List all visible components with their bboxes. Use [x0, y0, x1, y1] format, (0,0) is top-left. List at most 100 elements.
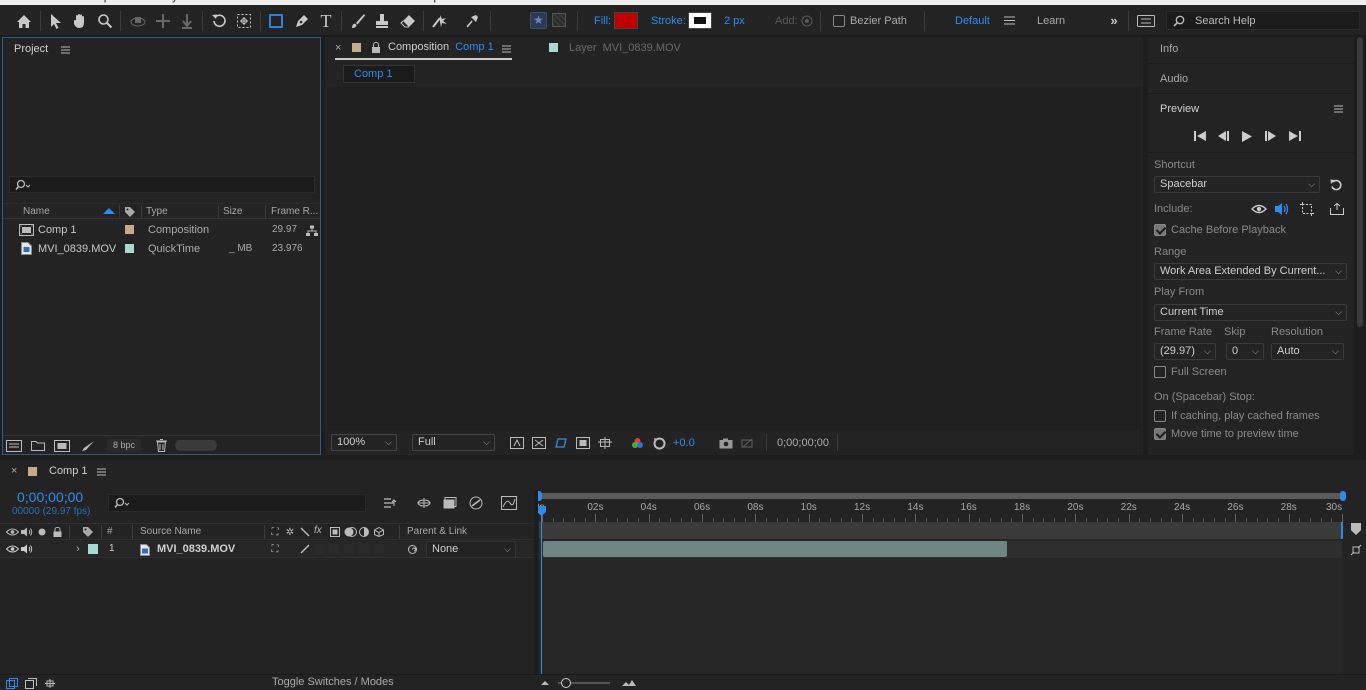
motion-blur-switch-icon[interactable] — [343, 526, 357, 538]
current-time-indicator[interactable] — [541, 508, 542, 690]
zoom-tool-icon[interactable] — [95, 11, 115, 31]
parent-dropdown[interactable]: None ⌵ — [426, 541, 516, 558]
frame-rate-dropdown[interactable]: (29.97) ⌵ — [1154, 343, 1216, 360]
composition-viewer[interactable] — [327, 87, 1141, 430]
timeline-current-time[interactable]: 0;00;00;00 — [17, 489, 83, 505]
menu-item-layer[interactable]: Layer — [160, 0, 188, 3]
graph-editor-icon[interactable] — [500, 495, 518, 511]
video-visibility-icon[interactable] — [5, 526, 19, 538]
composition-mini-flowchart-icon[interactable] — [382, 495, 400, 511]
column-source-name[interactable]: Source Name — [140, 526, 201, 537]
timeline-zoom-slider-handle[interactable] — [561, 678, 571, 688]
layer-duration-bar[interactable] — [543, 541, 1007, 557]
pan-camera-icon[interactable] — [153, 11, 173, 31]
magnification-dropdown[interactable]: 100% ⌵ — [331, 434, 397, 451]
stroke-color-swatch[interactable] — [688, 12, 712, 29]
info-panel-tab[interactable]: Info — [1160, 43, 1178, 55]
include-overlay-icon[interactable] — [1298, 201, 1316, 217]
workspace-learn[interactable]: Learn — [1037, 15, 1065, 27]
exposure-value[interactable]: +0.0 — [673, 437, 695, 449]
hand-tool-icon[interactable] — [70, 11, 90, 31]
switch-box[interactable] — [374, 544, 384, 554]
column-size[interactable]: Size — [223, 206, 242, 217]
previous-frame-icon[interactable] — [1215, 129, 1231, 143]
frame-blend-switch-icon[interactable] — [329, 526, 341, 538]
play-from-dropdown[interactable]: Current Time ⌵ — [1154, 304, 1347, 321]
menu-item-animation[interactable]: Animation — [251, 0, 300, 3]
video-visibility-icon[interactable] — [5, 543, 19, 555]
skip-dropdown[interactable]: 0 ⌵ — [1226, 343, 1264, 360]
solo-icon[interactable] — [36, 526, 48, 538]
layer-tab[interactable]: Layer MVI_0839.MOV — [569, 42, 681, 54]
shy-switch-icon[interactable]: ⛶ — [269, 526, 281, 538]
resolution-dropdown[interactable]: Full ⌵ — [412, 434, 495, 451]
roto-brush-tool-icon[interactable] — [430, 11, 450, 31]
trash-icon[interactable] — [153, 438, 169, 453]
3d-layer-switch-icon[interactable] — [373, 526, 385, 538]
dolly-camera-icon[interactable] — [177, 11, 197, 31]
menu-item-help[interactable]: Help — [417, 0, 440, 3]
label-tag-icon[interactable] — [81, 526, 95, 538]
lock-timeline-icon[interactable] — [1349, 543, 1363, 556]
layer-row[interactable]: › 1 MVI_0839.MOV ⛶ None ⌵ — [0, 541, 534, 558]
mask-visibility-icon[interactable] — [553, 435, 569, 451]
brush-tool-icon[interactable] — [348, 11, 368, 31]
column-type[interactable]: Type — [146, 206, 168, 217]
work-area-bar[interactable] — [538, 493, 1345, 499]
quality-switch-icon[interactable] — [299, 543, 311, 555]
bezier-path-checkbox[interactable] — [833, 15, 845, 27]
close-icon[interactable]: × — [335, 42, 341, 54]
fill-color-swatch[interactable] — [614, 12, 638, 29]
project-item-row[interactable]: Comp 1 Composition 29.97 — [3, 221, 320, 239]
range-dropdown[interactable]: Work Area Extended By Current... ⌵ — [1154, 263, 1347, 280]
if-caching-checkbox[interactable] — [1154, 410, 1166, 422]
new-folder-icon[interactable] — [29, 438, 47, 453]
shortcut-dropdown[interactable]: Spacebar ⌵ — [1154, 176, 1320, 193]
eraser-tool-icon[interactable] — [398, 11, 418, 31]
new-composition-icon[interactable] — [53, 438, 71, 453]
zoom-in-icon[interactable] — [620, 677, 638, 689]
time-ruler[interactable]: 0s02s04s06s08s10s12s14s16s18s20s22s24s26… — [534, 500, 1345, 522]
switch-box[interactable] — [329, 544, 339, 554]
effects-switch-icon[interactable]: fx — [314, 525, 322, 536]
menu-item-effect[interactable]: Effect — [205, 0, 233, 3]
toggle-switches-modes-button[interactable]: Toggle Switches / Modes — [272, 676, 394, 688]
stroke-label[interactable]: Stroke: — [651, 15, 686, 27]
collapse-switch-icon[interactable]: ✲ — [284, 526, 296, 538]
workspace-menu-icon[interactable] — [1002, 13, 1016, 27]
pick-whip-icon[interactable] — [406, 543, 418, 555]
zoom-out-icon[interactable] — [539, 677, 551, 689]
timeline-search-box[interactable] — [108, 494, 366, 512]
close-icon[interactable]: × — [11, 465, 17, 477]
column-name[interactable]: Name — [23, 206, 50, 217]
audio-visibility-icon[interactable] — [20, 526, 34, 538]
region-of-interest-icon[interactable] — [575, 435, 591, 451]
draft-3d-icon[interactable] — [415, 495, 433, 511]
reset-exposure-icon[interactable] — [651, 435, 667, 451]
label-color-swatch[interactable] — [125, 225, 134, 234]
interpret-footage-icon[interactable] — [5, 438, 23, 453]
lock-icon[interactable] — [51, 526, 63, 538]
panel-divider[interactable] — [534, 490, 538, 690]
clone-stamp-tool-icon[interactable] — [372, 11, 392, 31]
collapse-switch-icon[interactable]: ⛶ — [269, 543, 281, 555]
expand-layer-chevron-icon[interactable]: › — [73, 543, 83, 555]
type-tool-icon[interactable]: T — [316, 11, 336, 31]
layer-source-name[interactable]: MVI_0839.MOV — [157, 543, 235, 555]
add-shape-property-icon[interactable] — [800, 14, 814, 28]
project-item-row[interactable]: MVI_0839.MOV QuickTime _ MB 23.976 — [3, 240, 320, 258]
menu-item-composition[interactable]: Composition — [81, 0, 142, 3]
home-icon[interactable] — [14, 11, 34, 31]
external-output-icon[interactable] — [1328, 201, 1346, 217]
pen-tool-icon[interactable] — [292, 11, 312, 31]
audio-panel-tab[interactable]: Audio — [1160, 73, 1188, 85]
last-frame-icon[interactable] — [1287, 129, 1303, 143]
include-video-icon[interactable] — [1250, 201, 1268, 217]
label-color-swatch[interactable] — [125, 244, 134, 253]
render-queue-icon[interactable] — [79, 438, 97, 453]
audio-visibility-icon[interactable] — [20, 543, 34, 555]
show-channel-icon[interactable] — [629, 435, 645, 451]
switch-box[interactable] — [314, 544, 324, 554]
right-panel-scrollbar[interactable] — [1356, 37, 1364, 455]
shape-fill-mode-star[interactable]: ★ — [530, 12, 547, 29]
